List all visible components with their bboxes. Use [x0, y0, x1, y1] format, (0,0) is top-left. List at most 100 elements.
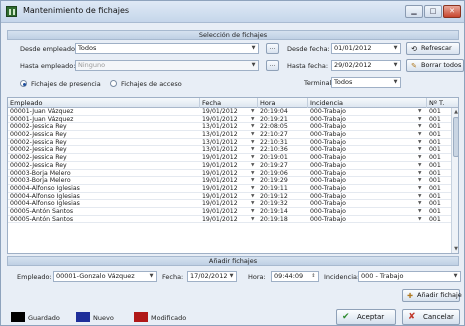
- incidencia-dropdown-icon[interactable]: ▼: [418, 123, 421, 131]
- incidencia-dropdown-icon[interactable]: ▼: [418, 116, 421, 124]
- cell-empleado[interactable]: 00002-Jessica Rey: [8, 123, 200, 131]
- add-fecha-input[interactable]: 17/02/2012 ▼: [187, 271, 237, 282]
- add-hora-input[interactable]: 09:44:09 ⇕: [271, 271, 319, 282]
- incidencia-dropdown-icon[interactable]: ▼: [418, 185, 421, 193]
- incidencia-dropdown-icon[interactable]: ▼: [418, 108, 421, 116]
- cell-incidencia[interactable]: 000-Trabajo: [308, 208, 427, 216]
- cell-empleado[interactable]: 00002-Jessica Rey: [8, 154, 200, 162]
- table-row[interactable]: 00002-Jessica Rey 13/01/2012 22:10:31 000-T…: [8, 139, 451, 147]
- table-row[interactable]: 00005-Antón Santos 19/01/2012 20:19:18 000-…: [8, 216, 451, 224]
- cancelar-button[interactable]: ✘ Cancelar: [402, 309, 460, 325]
- table-row[interactable]: 00004-Alfonso Iglesias 19/01/2012 20:19:12…: [8, 193, 451, 201]
- cell-empleado[interactable]: 00003-Borja Melero: [8, 177, 200, 185]
- incidencia-dropdown-icon[interactable]: ▼: [418, 208, 421, 216]
- cell-empleado[interactable]: 00004-Alfonso Iglesias: [8, 200, 200, 208]
- cell-incidencia[interactable]: 000-Trabajo: [308, 177, 427, 185]
- close-button[interactable]: ✕: [443, 5, 461, 18]
- cell-incidencia[interactable]: 000-Trabajo: [308, 108, 427, 116]
- desde-empleado-browse-button[interactable]: ...: [266, 43, 279, 54]
- incidencia-dropdown-icon[interactable]: ▼: [418, 177, 421, 185]
- cell-empleado[interactable]: 00001-Juan Vázquez: [8, 108, 200, 116]
- cell-hora[interactable]: 22:08:05: [258, 123, 308, 131]
- date-dropdown-icon[interactable]: ▼: [251, 208, 254, 216]
- terminal-select[interactable]: Todos ▼: [331, 77, 401, 88]
- incidencia-dropdown-icon[interactable]: ▼: [418, 193, 421, 201]
- cell-fecha[interactable]: 19/01/2012: [200, 177, 258, 185]
- cell-hora[interactable]: 20:19:29: [258, 177, 308, 185]
- date-dropdown-icon[interactable]: ▼: [251, 139, 254, 147]
- table-row[interactable]: 00003-Borja Melero 19/01/2012 20:19:29 000-…: [8, 177, 451, 185]
- table-row[interactable]: 00003-Borja Melero 19/01/2012 20:19:06 000-…: [8, 170, 451, 178]
- refrescar-button[interactable]: ⟲ Refrescar: [406, 42, 460, 55]
- cell-empleado[interactable]: 00005-Antón Santos: [8, 208, 200, 216]
- cell-terminal[interactable]: 001: [427, 108, 451, 116]
- cell-terminal[interactable]: 001: [427, 216, 451, 224]
- table-row[interactable]: 00005-Antón Santos 19/01/2012 20:19:14 000-…: [8, 208, 451, 216]
- radio-acceso[interactable]: [110, 80, 117, 87]
- cell-hora[interactable]: 20:19:14: [258, 208, 308, 216]
- incidencia-dropdown-icon[interactable]: ▼: [418, 146, 421, 154]
- table-row[interactable]: 00001-Juan Vázquez 19/01/2012 20:19:21 000-…: [8, 116, 451, 124]
- vertical-scrollbar[interactable]: ▲ ▼: [451, 108, 458, 253]
- cell-terminal[interactable]: 001: [427, 170, 451, 178]
- radio-presencia[interactable]: [20, 80, 27, 87]
- cell-empleado[interactable]: 00002-Jessica Rey: [8, 162, 200, 170]
- col-incidencia[interactable]: Incidencia: [308, 98, 427, 108]
- incidencia-dropdown-icon[interactable]: ▼: [418, 170, 421, 178]
- cell-empleado[interactable]: 00003-Borja Melero: [8, 170, 200, 178]
- incidencia-dropdown-icon[interactable]: ▼: [418, 216, 421, 224]
- date-dropdown-icon[interactable]: ▼: [251, 108, 254, 116]
- date-dropdown-icon[interactable]: ▼: [251, 146, 254, 154]
- cell-fecha[interactable]: 19/01/2012: [200, 208, 258, 216]
- cell-hora[interactable]: 20:19:21: [258, 116, 308, 124]
- scroll-up-icon[interactable]: ▲: [452, 108, 458, 116]
- cell-fecha[interactable]: 19/01/2012: [200, 154, 258, 162]
- cell-incidencia[interactable]: 000-Trabajo: [308, 185, 427, 193]
- cell-incidencia[interactable]: 000-Trabajo: [308, 170, 427, 178]
- date-dropdown-icon[interactable]: ▼: [251, 162, 254, 170]
- cell-incidencia[interactable]: 000-Trabajo: [308, 123, 427, 131]
- cell-terminal[interactable]: 001: [427, 116, 451, 124]
- table-row[interactable]: 00004-Alfonso Iglesias 19/01/2012 20:19:32…: [8, 200, 451, 208]
- cell-empleado[interactable]: 00004-Alfonso Iglesias: [8, 185, 200, 193]
- cell-terminal[interactable]: 001: [427, 123, 451, 131]
- add-fichaje-button[interactable]: ✚ Añadir fichaje: [402, 289, 462, 302]
- cell-incidencia[interactable]: 000-Trabajo: [308, 154, 427, 162]
- cell-fecha[interactable]: 19/01/2012: [200, 170, 258, 178]
- table-row[interactable]: 00002-Jessica Rey 13/01/2012 22:10:27 000-T…: [8, 131, 451, 139]
- cell-hora[interactable]: 20:19:32: [258, 200, 308, 208]
- incidencia-dropdown-icon[interactable]: ▼: [418, 162, 421, 170]
- cell-fecha[interactable]: 19/01/2012: [200, 185, 258, 193]
- cell-hora[interactable]: 22:10:31: [258, 139, 308, 147]
- cell-hora[interactable]: 20:19:12: [258, 193, 308, 201]
- cell-hora[interactable]: 20:19:04: [258, 108, 308, 116]
- incidencia-dropdown-icon[interactable]: ▼: [418, 154, 421, 162]
- cell-terminal[interactable]: 001: [427, 146, 451, 154]
- borrar-todos-button[interactable]: ✎ Borrar todos: [406, 59, 464, 72]
- cell-incidencia[interactable]: 000-Trabajo: [308, 216, 427, 224]
- cell-fecha[interactable]: 19/01/2012: [200, 116, 258, 124]
- cell-hora[interactable]: 20:19:11: [258, 185, 308, 193]
- date-dropdown-icon[interactable]: ▼: [251, 177, 254, 185]
- cell-hora[interactable]: 20:19:01: [258, 154, 308, 162]
- cell-empleado[interactable]: 00001-Juan Vázquez: [8, 116, 200, 124]
- cell-incidencia[interactable]: 000-Trabajo: [308, 200, 427, 208]
- add-incidencia-select[interactable]: 000 - Trabajo ▼: [358, 271, 461, 282]
- cell-fecha[interactable]: 19/01/2012: [200, 108, 258, 116]
- cell-incidencia[interactable]: 000-Trabajo: [308, 193, 427, 201]
- cell-hora[interactable]: 20:19:06: [258, 170, 308, 178]
- date-dropdown-icon[interactable]: ▼: [251, 131, 254, 139]
- add-empleado-select[interactable]: 00001-Gonzalo Vázquez ▼: [53, 271, 157, 282]
- table-row[interactable]: 00004-Alfonso Iglesias 19/01/2012 20:19:11…: [8, 185, 451, 193]
- cell-terminal[interactable]: 001: [427, 193, 451, 201]
- cell-fecha[interactable]: 19/01/2012: [200, 162, 258, 170]
- cell-fecha[interactable]: 13/01/2012: [200, 139, 258, 147]
- cell-empleado[interactable]: 00002-Jessica Rey: [8, 139, 200, 147]
- cell-terminal[interactable]: 001: [427, 131, 451, 139]
- table-row[interactable]: 00001-Juan Vázquez 19/01/2012 20:19:04 000-…: [8, 108, 451, 116]
- date-dropdown-icon[interactable]: ▼: [251, 170, 254, 178]
- scroll-down-icon[interactable]: ▼: [452, 245, 458, 253]
- table-row[interactable]: 00002-Jessica Rey 13/01/2012 22:10:36 000-T…: [8, 146, 451, 155]
- incidencia-dropdown-icon[interactable]: ▼: [418, 131, 421, 139]
- date-dropdown-icon[interactable]: ▼: [251, 116, 254, 124]
